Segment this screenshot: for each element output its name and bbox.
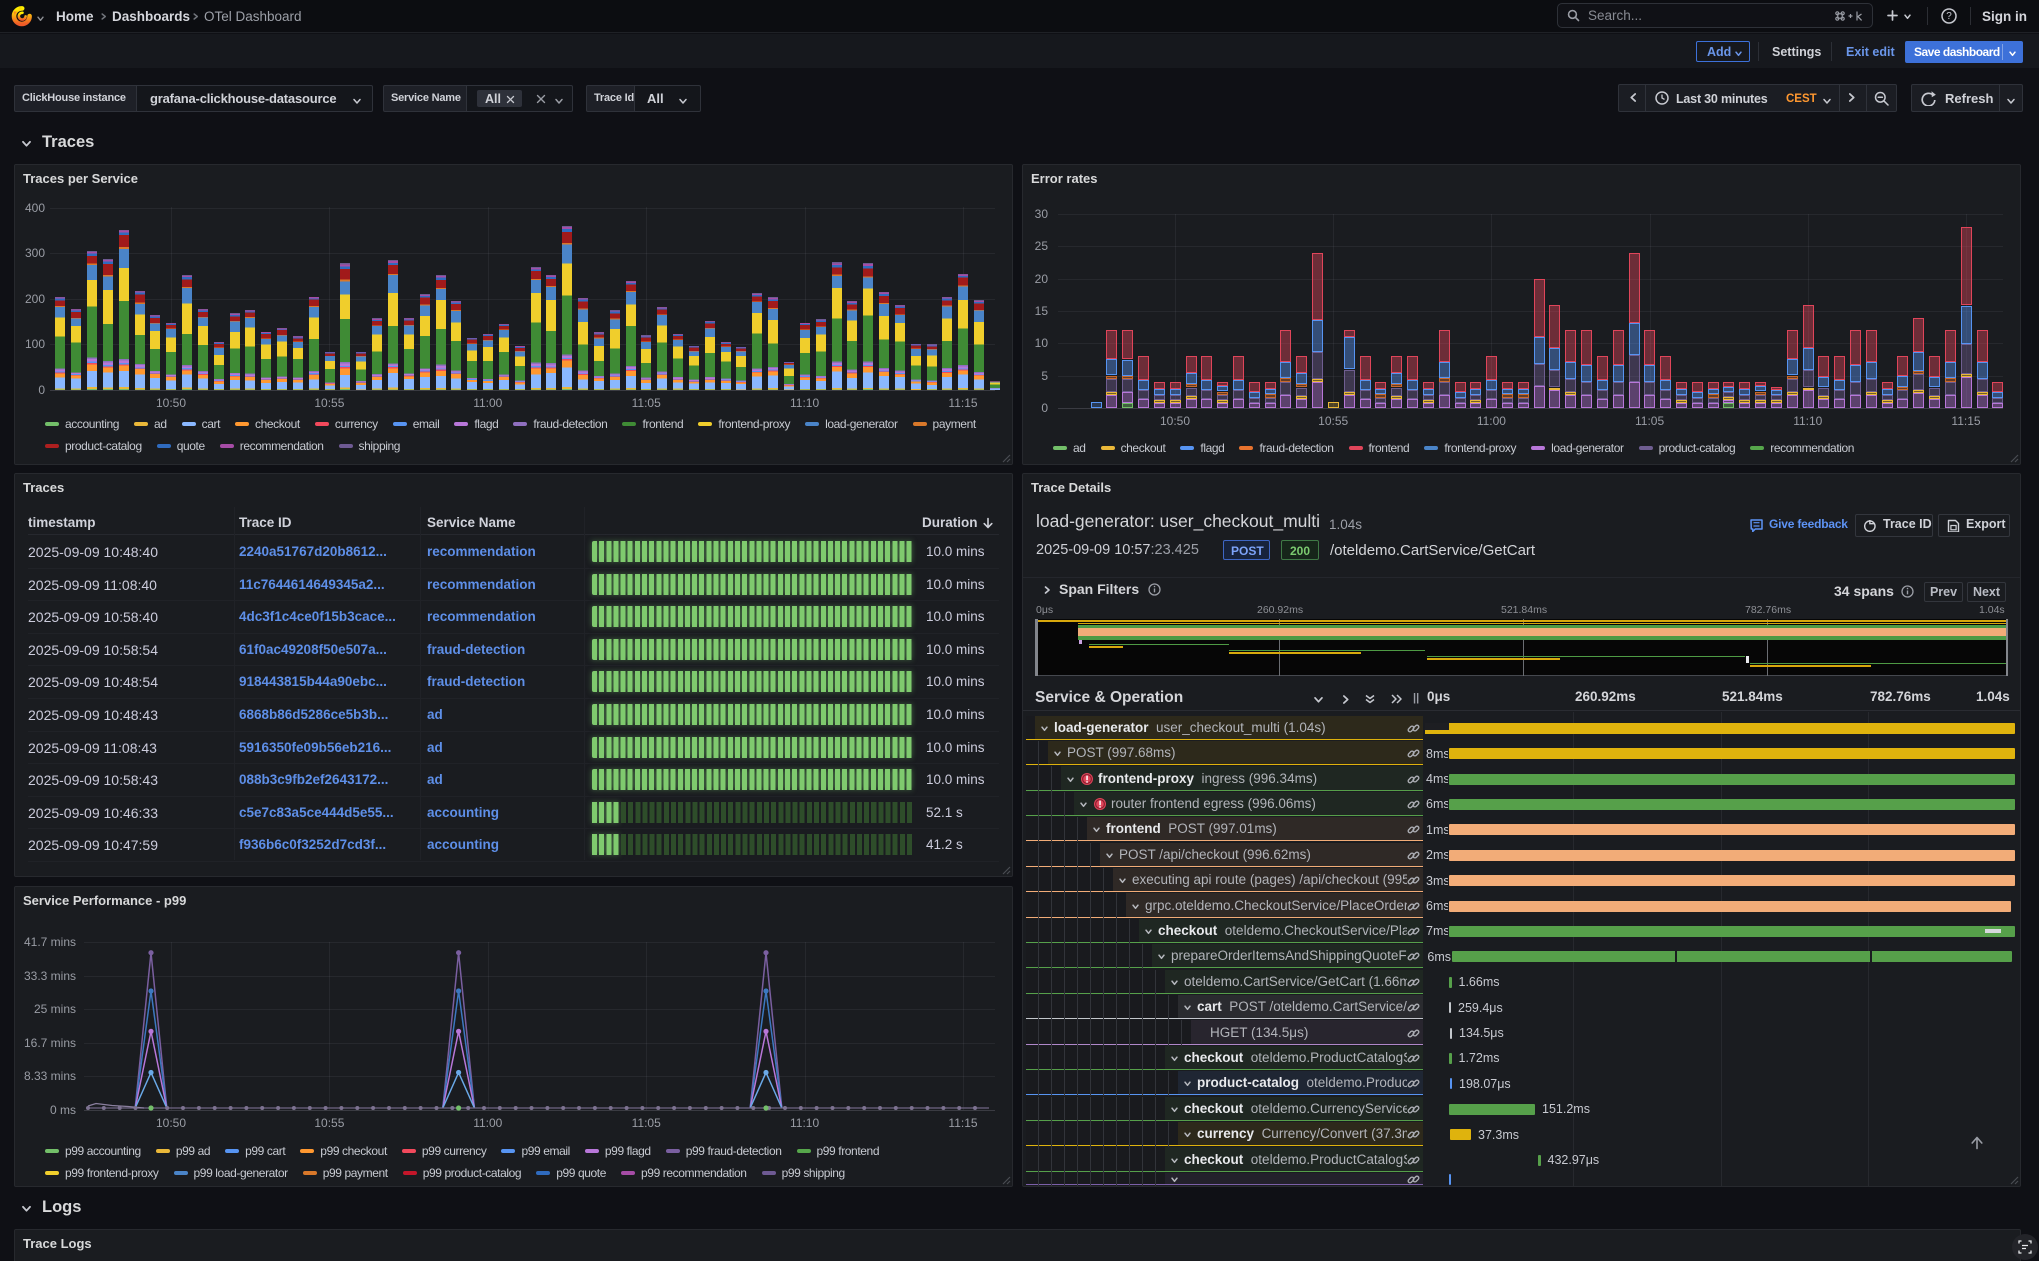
svg-text:?: ? (1946, 11, 1952, 22)
